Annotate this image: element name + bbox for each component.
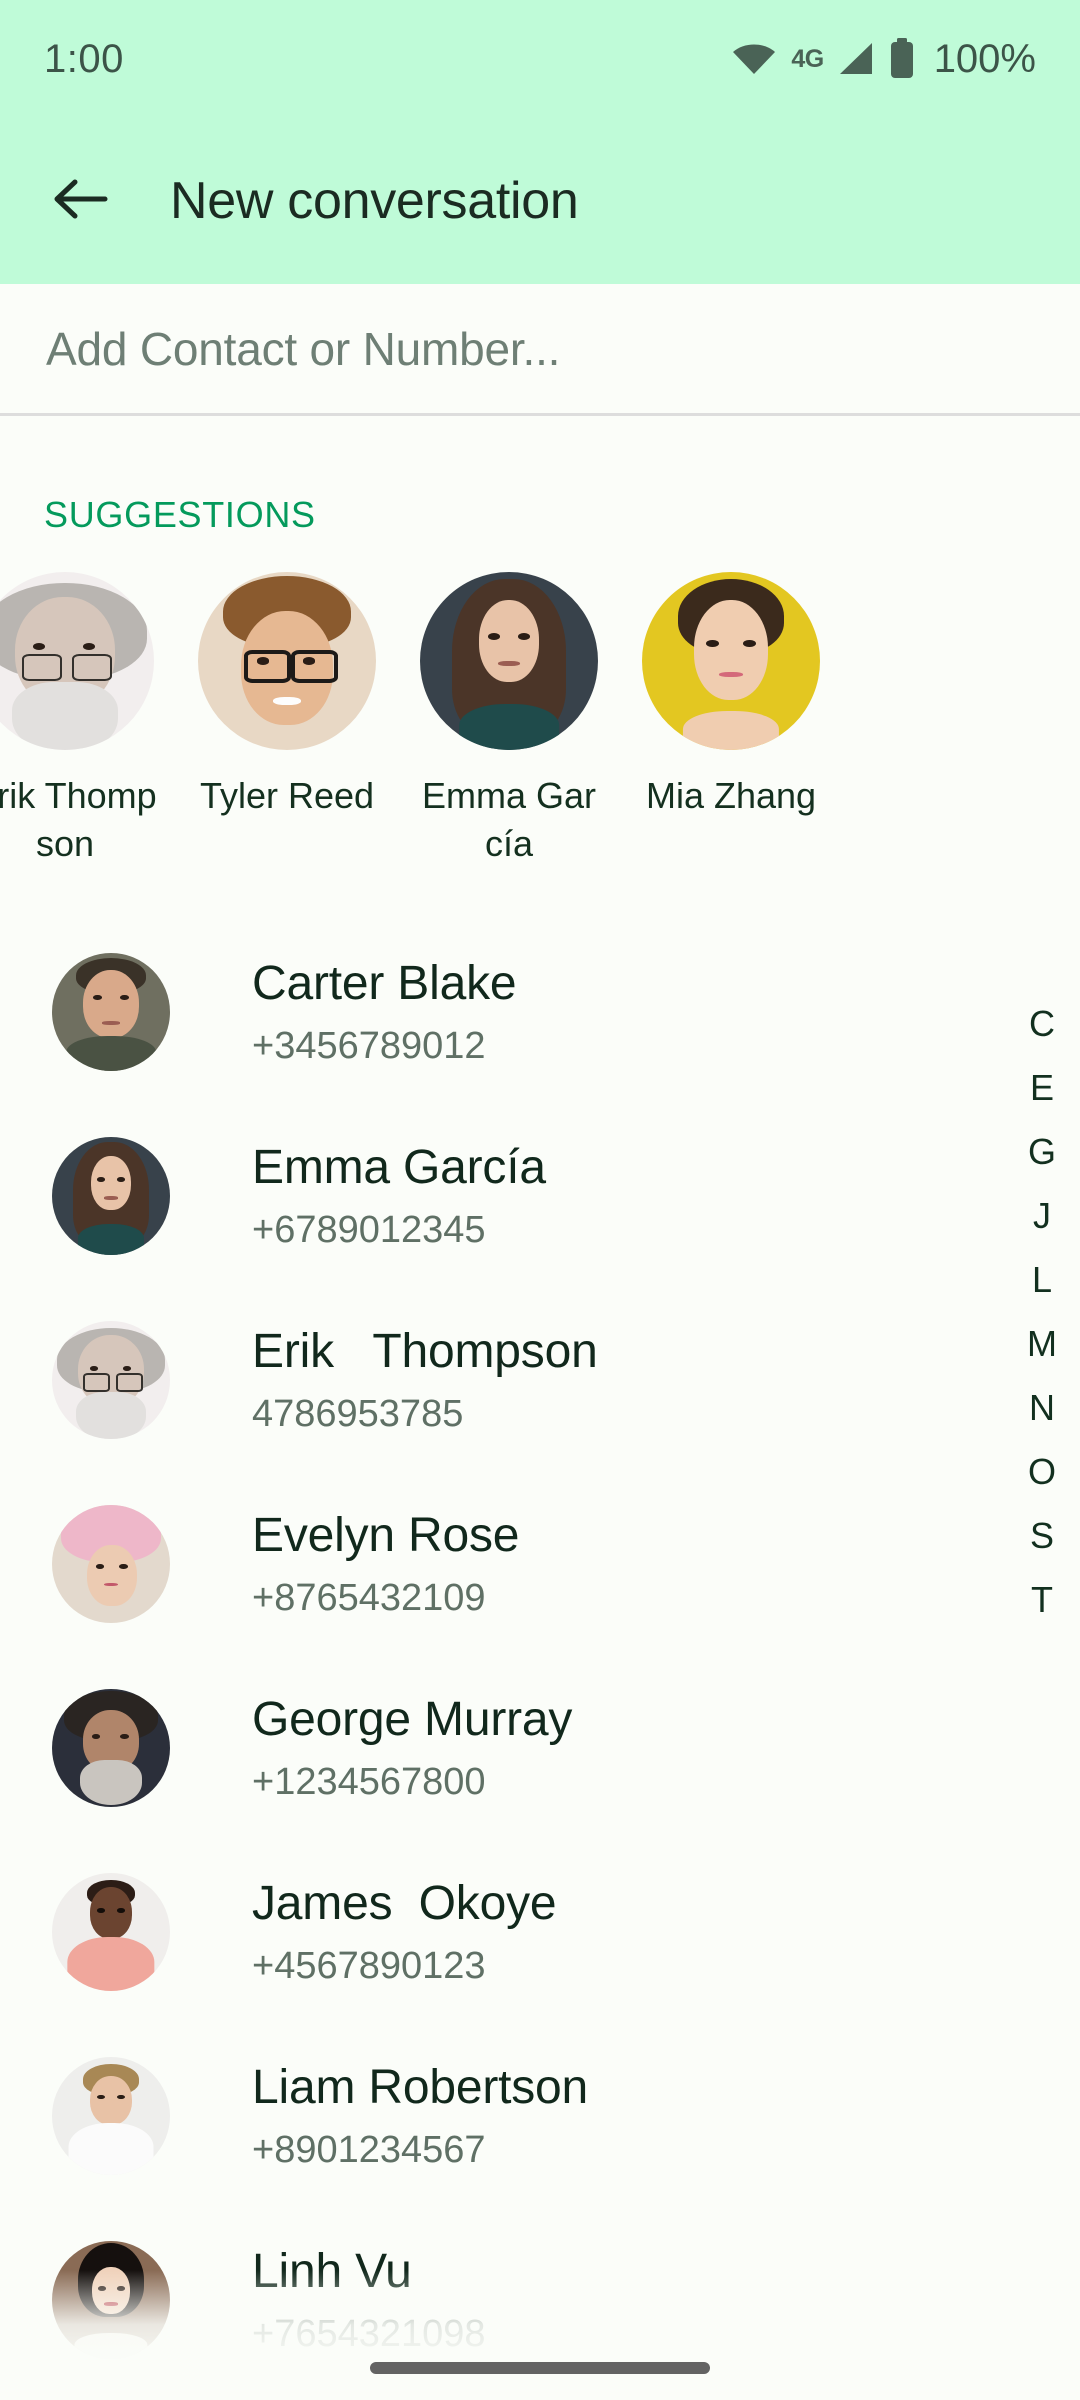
james-okoye-avatar [52,1873,170,1991]
status-bar: 1:00 4G 100% [0,0,1080,118]
contact-number: +8765432109 [252,1577,486,1619]
contact-list-item[interactable]: James Okoye +4567890123 [0,1840,1080,2024]
suggestion-name: Mia Zhang [645,775,817,816]
home-gesture-bar[interactable] [370,2362,710,2374]
tyler-reed-avatar [198,572,376,750]
contact-number: +1234567800 [252,1761,486,1803]
suggestion-name: Emma García [421,775,597,864]
contact-list-item[interactable]: Evelyn Rose +8765432109 [0,1472,1080,1656]
emma-garcia-avatar [420,572,598,750]
erik-thompson-avatar [52,1321,170,1439]
george-murray-avatar [52,1689,170,1807]
contact-info: Liam Robertson +8901234567 [252,2060,588,2172]
contact-list: Carter Blake +3456789012 Emma García +67… [0,920,1080,2392]
status-time: 1:00 [44,36,124,81]
page-title: New conversation [170,172,579,230]
contact-info: James Okoye +4567890123 [252,1876,557,1988]
alphabet-index-letter[interactable]: J [1033,1192,1051,1240]
wifi-icon [731,41,777,77]
alphabet-index-letter[interactable]: S [1030,1512,1054,1560]
app-bar: New conversation [0,118,1080,284]
contact-number: +4567890123 [252,1945,486,1987]
suggestion-item[interactable]: Tyler Reed [176,572,398,868]
contact-number: +3456789012 [252,1025,486,1067]
alphabet-index-letter[interactable]: O [1028,1448,1056,1496]
contact-info: Erik Thompson 4786953785 [252,1324,598,1436]
network-type-label: 4G [791,44,824,73]
alphabet-index-letter[interactable]: C [1029,1000,1055,1048]
contact-name: Liam Robertson [252,2061,589,2114]
contact-name: Emma García [252,1141,546,1194]
contact-info: George Murray +1234567800 [252,1692,572,1804]
suggestion-item[interactable]: Mia Zhang [620,572,842,868]
suggestion-item[interactable]: Emma García [398,572,620,868]
battery-percentage: 100% [933,36,1036,81]
add-contact-field[interactable]: Add Contact or Number... [0,284,1080,416]
suggestion-name: Tyler Reed [199,775,375,816]
alphabet-index-letter[interactable]: E [1030,1064,1054,1112]
contact-list-item[interactable]: Carter Blake +3456789012 [0,920,1080,1104]
contact-number: +6789012345 [252,1209,486,1251]
contact-info: Linh Vu +7654321098 [252,2244,486,2356]
linh-vu-avatar [52,2241,170,2359]
contact-list-item[interactable]: Emma García +6789012345 [0,1104,1080,1288]
suggestion-name: Erik Thompson [0,775,157,864]
search-input-placeholder: Add Contact or Number... [46,322,561,375]
contact-info: Emma García +6789012345 [252,1140,546,1252]
suggestions-row: Erik Thompson Tyler Reed [0,572,1080,868]
alphabet-index-letter[interactable]: T [1031,1576,1053,1624]
back-button[interactable] [42,163,118,239]
alphabet-index-letter[interactable]: N [1029,1384,1055,1432]
contact-number: +7654321098 [252,2313,486,2355]
signal-icon [836,41,874,77]
contact-name: Linh Vu [252,2245,412,2298]
contact-list-item[interactable]: Erik Thompson 4786953785 [0,1288,1080,1472]
phone-screen: 1:00 4G 100% New conversation Add Contac… [0,0,1080,2400]
contact-list-item[interactable]: George Murray +1234567800 [0,1656,1080,1840]
erik-thompson-avatar [0,572,154,750]
contact-name: Carter Blake [252,957,517,1010]
contact-info: Evelyn Rose +8765432109 [252,1508,519,1620]
battery-icon [888,38,916,80]
mia-zhang-avatar [642,572,820,750]
contact-name: George Murray [252,1693,573,1746]
contact-name: Evelyn Rose [252,1509,520,1562]
emma-garcia-avatar [52,1137,170,1255]
suggestion-item[interactable]: Erik Thompson [0,572,176,868]
contact-number: 4786953785 [252,1393,464,1435]
contact-list-item[interactable]: Liam Robertson +8901234567 [0,2024,1080,2208]
liam-robertson-avatar [52,2057,170,2175]
status-indicators: 4G 100% [731,37,1036,82]
back-arrow-icon [51,174,109,229]
suggestions-header: SUGGESTIONS [44,494,316,535]
contact-name: Erik Thompson [252,1325,598,1378]
alphabet-index-letter[interactable]: L [1032,1256,1052,1304]
contact-name: James Okoye [252,1877,557,1930]
carter-blake-avatar [52,953,170,1071]
alphabet-index-letter[interactable]: G [1028,1128,1056,1176]
contact-info: Carter Blake +3456789012 [252,956,517,1068]
alphabet-index-letter[interactable]: M [1027,1320,1057,1368]
evelyn-rose-avatar [52,1505,170,1623]
contact-number: +8901234567 [252,2129,486,2171]
alphabet-index-scrollbar[interactable]: C E G J L M N O S T [1004,1000,1080,1640]
